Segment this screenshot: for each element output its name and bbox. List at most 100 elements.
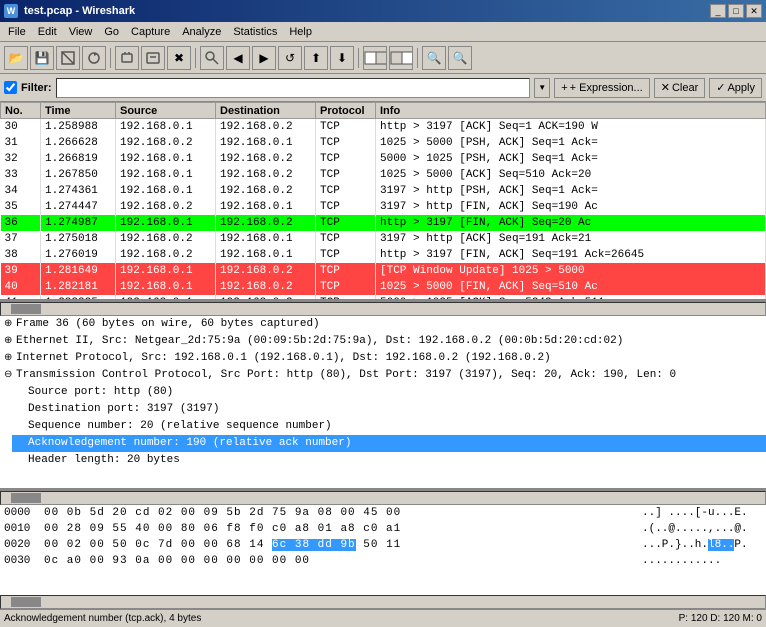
maximize-button[interactable]: □ [728,4,744,18]
toolbar-stop[interactable]: ✖ [167,46,191,70]
table-cell: 192.168.0.2 [216,119,316,135]
menu-help[interactable]: Help [283,24,318,40]
packet-detail-panel[interactable]: ⊕ Frame 36 (60 bytes on wire, 60 bytes c… [0,316,766,491]
hex-row[interactable]: 001000 28 09 55 40 00 80 06 f8 f0 c0 a8 … [0,521,766,537]
col-source[interactable]: Source [116,103,216,119]
menu-view[interactable]: View [63,24,99,40]
table-cell: 192.168.0.2 [116,135,216,151]
table-cell: 192.168.0.1 [116,183,216,199]
table-row[interactable]: 371.275018192.168.0.2192.168.0.1TCP3197 … [1,231,766,247]
detail-tcp-ack[interactable]: Acknowledgement number: 190 (relative ac… [12,435,766,452]
minimize-button[interactable]: _ [710,4,726,18]
table-row[interactable]: 381.276019192.168.0.2192.168.0.1TCPhttp … [1,247,766,263]
table-cell: 37 [1,231,41,247]
status-left: Acknowledgement number (tcp.ack), 4 byte… [4,613,201,624]
detail-frame-text: Frame 36 (60 bytes on wire, 60 bytes cap… [16,317,320,332]
toolbar-color2[interactable] [389,46,413,70]
detail-ethernet[interactable]: ⊕ Ethernet II, Src: Netgear_2d:75:9a (00… [0,333,766,350]
menu-statistics[interactable]: Statistics [227,24,283,40]
detail-tcp-src-port[interactable]: Source port: http (80) [12,384,766,401]
hex-bytes: 00 28 09 55 40 00 80 06 f8 f0 c0 a8 01 a… [44,522,642,536]
filter-checkbox[interactable] [4,81,17,94]
table-row[interactable]: 311.266628192.168.0.2192.168.0.1TCP1025 … [1,135,766,151]
table-cell: 1025 > 5000 [PSH, ACK] Seq=1 Ack= [376,135,766,151]
toolbar-first[interactable]: ⬆ [304,46,328,70]
toolbar-go-back[interactable]: ◀ [226,46,250,70]
detail-tcp-src-port-text: Source port: http (80) [28,385,173,400]
detail-tcp-hdr-len[interactable]: Header length: 20 bytes [12,452,766,469]
col-proto[interactable]: Protocol [316,103,376,119]
hex-row[interactable]: 000000 0b 5d 20 cd 02 00 09 5b 2d 75 9a … [0,505,766,521]
toolbar-close[interactable] [56,46,80,70]
detail-frame[interactable]: ⊕ Frame 36 (60 bytes on wire, 60 bytes c… [0,316,766,333]
menu-edit[interactable]: Edit [32,24,63,40]
table-cell: 192.168.0.1 [116,167,216,183]
apply-button[interactable]: ✓ Apply [709,78,762,98]
table-row[interactable]: 391.281649192.168.0.1192.168.0.2TCP[TCP … [1,263,766,279]
menu-file[interactable]: File [2,24,32,40]
toolbar-zoom-in[interactable]: 🔍 [422,46,446,70]
packet-list-hscroll[interactable] [0,302,766,316]
table-cell: 192.168.0.2 [216,215,316,231]
table-cell: 1.266628 [41,135,116,151]
expression-button[interactable]: + + Expression... [554,78,650,98]
packet-list-panel: No. Time Source Destination Protocol Inf… [0,102,766,302]
detail-tcp-text: Transmission Control Protocol, Src Port:… [16,368,676,383]
table-cell: 192.168.0.2 [116,247,216,263]
expand-frame-icon[interactable]: ⊕ [4,317,16,332]
table-cell: 3197 > http [PSH, ACK] Seq=1 Ack= [376,183,766,199]
table-cell: 192.168.0.1 [116,151,216,167]
hex-row[interactable]: 002000 02 00 50 0c 7d 00 00 68 14 6c 38 … [0,537,766,553]
packet-list-scroll[interactable]: No. Time Source Destination Protocol Inf… [0,102,766,299]
menu-capture[interactable]: Capture [125,24,176,40]
close-button[interactable]: ✕ [746,4,762,18]
expand-tcp-icon[interactable]: ⊖ [4,368,16,383]
table-cell: 1.274361 [41,183,116,199]
table-row[interactable]: 351.274447192.168.0.2192.168.0.1TCP3197 … [1,199,766,215]
table-row[interactable]: 341.274361192.168.0.1192.168.0.2TCP3197 … [1,183,766,199]
detail-ip[interactable]: ⊕ Internet Protocol, Src: 192.168.0.1 (1… [0,350,766,367]
packet-detail-hscroll[interactable] [0,491,766,505]
detail-tcp-dst-port[interactable]: Destination port: 3197 (3197) [12,401,766,418]
col-info[interactable]: Info [376,103,766,119]
menu-analyze[interactable]: Analyze [176,24,227,40]
toolbar-reload[interactable] [82,46,106,70]
hex-ascii: ...P.}..h.l8..P. [642,538,762,552]
toolbar-open[interactable]: 📂 [4,46,28,70]
status-bar: Acknowledgement number (tcp.ack), 4 byte… [0,609,766,627]
hex-highlight: 6c 38 dd 9b [272,539,356,551]
toolbar-go-forward[interactable]: ▶ [252,46,276,70]
toolbar-capture-interfaces[interactable] [115,46,139,70]
table-cell: 192.168.0.1 [216,135,316,151]
hex-panel[interactable]: 000000 0b 5d 20 cd 02 00 09 5b 2d 75 9a … [0,505,766,595]
table-cell: 5000 > 1025 [PSH, ACK] Seq=1 Ack= [376,151,766,167]
toolbar-zoom-out[interactable]: 🔍 [448,46,472,70]
detail-tcp-seq[interactable]: Sequence number: 20 (relative sequence n… [12,418,766,435]
table-row[interactable]: 331.267850192.168.0.1192.168.0.2TCP1025 … [1,167,766,183]
col-time[interactable]: Time [41,103,116,119]
toolbar-last[interactable]: ⬇ [330,46,354,70]
table-row[interactable]: 361.274987192.168.0.1192.168.0.2TCPhttp … [1,215,766,231]
table-cell: 1.281649 [41,263,116,279]
table-row[interactable]: 401.282181192.168.0.1192.168.0.2TCP1025 … [1,279,766,295]
clear-button[interactable]: ✕ Clear [654,78,706,98]
expand-ip-icon[interactable]: ⊕ [4,351,16,366]
menu-go[interactable]: Go [98,24,125,40]
toolbar-find[interactable] [200,46,224,70]
app-icon: W [4,4,18,18]
table-row[interactable]: 411.282225192.168.0.1192.168.0.2TCP5000 … [1,295,766,300]
toolbar-save[interactable]: 💾 [30,46,54,70]
toolbar-capture-options[interactable] [141,46,165,70]
expand-ethernet-icon[interactable]: ⊕ [4,334,16,349]
filter-dropdown-btn[interactable]: ▼ [534,78,550,98]
table-row[interactable]: 301.258988192.168.0.1192.168.0.2TCPhttp … [1,119,766,135]
toolbar-color1[interactable] [363,46,387,70]
hex-row[interactable]: 00300c a0 00 93 0a 00 00 00 00 00 00 00.… [0,553,766,569]
hex-hscroll[interactable] [0,595,766,609]
col-no[interactable]: No. [1,103,41,119]
table-row[interactable]: 321.266819192.168.0.1192.168.0.2TCP5000 … [1,151,766,167]
detail-tcp[interactable]: ⊖ Transmission Control Protocol, Src Por… [0,367,766,384]
toolbar-jump[interactable]: ↺ [278,46,302,70]
filter-input[interactable] [56,78,531,98]
col-dest[interactable]: Destination [216,103,316,119]
